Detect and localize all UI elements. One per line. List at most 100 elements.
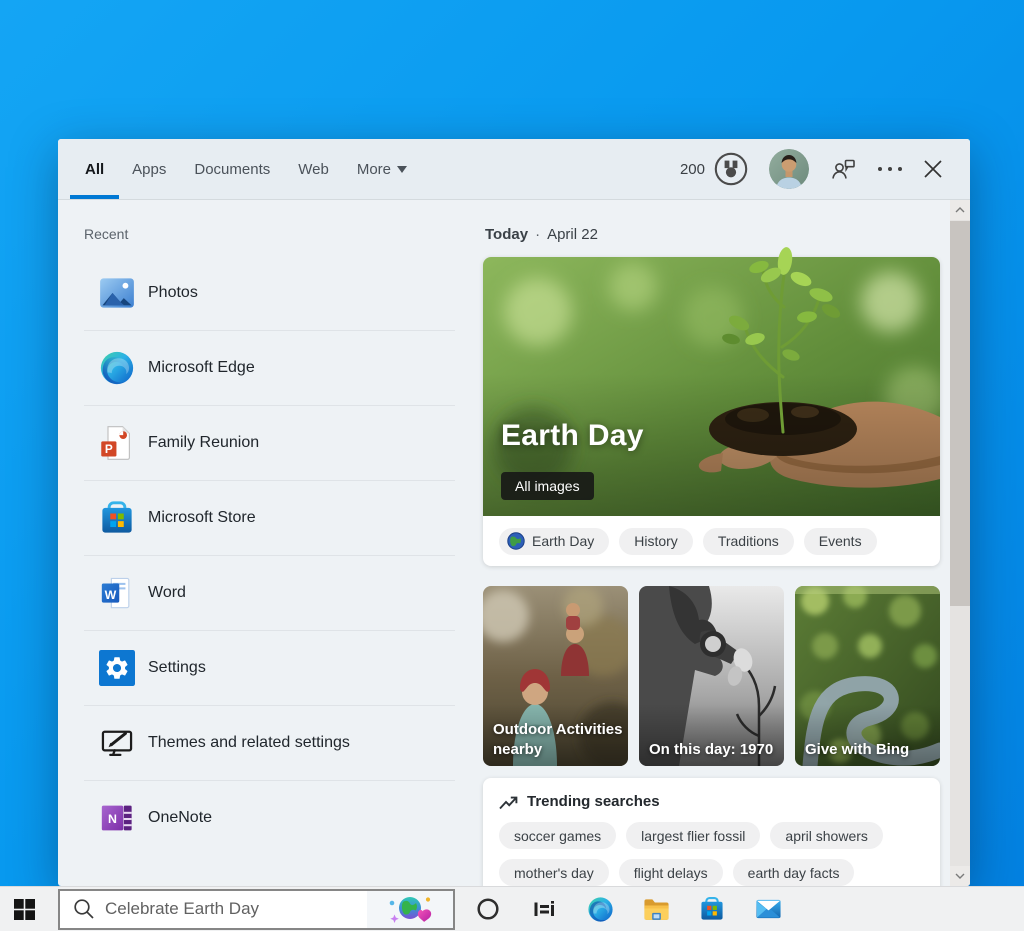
user-avatar[interactable] bbox=[769, 149, 809, 189]
search-highlight-button[interactable] bbox=[367, 891, 453, 928]
card-caption: Outdoor Activities nearby bbox=[493, 720, 623, 759]
recent-item-label: Photos bbox=[148, 284, 198, 302]
recent-title: Recent bbox=[84, 226, 470, 242]
tab-more[interactable]: More bbox=[357, 139, 407, 199]
powerpoint-document-icon: P bbox=[99, 425, 135, 461]
card-outdoor-activities[interactable]: Outdoor Activities nearby bbox=[483, 586, 628, 766]
start-button[interactable] bbox=[0, 887, 48, 931]
all-images-button[interactable]: All images bbox=[501, 472, 594, 500]
chip-label: Traditions bbox=[718, 533, 779, 549]
recent-item-family-reunion[interactable]: P Family Reunion bbox=[84, 405, 455, 480]
recent-item-label: Settings bbox=[148, 659, 206, 677]
taskbar-search-box[interactable] bbox=[58, 889, 455, 930]
chip-label: soccer games bbox=[514, 828, 601, 844]
cortana-icon bbox=[476, 897, 500, 921]
word-icon: W bbox=[99, 575, 135, 611]
today-header: Today·April 22 bbox=[485, 226, 940, 243]
recent-list: Photos Microso bbox=[84, 255, 455, 855]
trending-chip-mothers-day[interactable]: mother's day bbox=[499, 859, 609, 886]
trending-chips: soccer games largest flier fossil april … bbox=[499, 822, 924, 886]
today-panel: Today·April 22 bbox=[470, 200, 950, 886]
trending-arrow-icon bbox=[499, 794, 518, 810]
search-input[interactable] bbox=[105, 899, 367, 919]
chip-label: mother's day bbox=[514, 865, 594, 881]
file-explorer-button[interactable] bbox=[628, 887, 684, 931]
scrollbar[interactable] bbox=[950, 200, 970, 886]
tabs: All Apps Documents Web More bbox=[85, 139, 407, 199]
recent-item-themes[interactable]: Themes and related settings bbox=[84, 705, 455, 780]
recent-item-label: Microsoft Store bbox=[148, 509, 256, 527]
rewards-badge[interactable]: 200 bbox=[680, 152, 748, 186]
card-caption: Give with Bing bbox=[805, 740, 935, 760]
tab-bar: All Apps Documents Web More 200 bbox=[58, 139, 970, 200]
task-view-icon bbox=[532, 897, 556, 921]
taskbar bbox=[0, 886, 1024, 931]
start-icon bbox=[14, 899, 35, 920]
trending-header: Trending searches bbox=[499, 793, 924, 810]
card-give-with-bing[interactable]: Give with Bing bbox=[795, 586, 940, 766]
store-icon bbox=[699, 896, 725, 922]
hero-chip-traditions[interactable]: Traditions bbox=[703, 528, 794, 555]
today-label: Today bbox=[485, 226, 528, 243]
recent-item-label: OneNote bbox=[148, 809, 212, 827]
dot-separator: · bbox=[535, 226, 540, 243]
hero-chip-events[interactable]: Events bbox=[804, 528, 877, 555]
trending-title: Trending searches bbox=[527, 793, 660, 810]
close-icon bbox=[924, 160, 942, 178]
recent-item-onenote[interactable]: N OneNote bbox=[84, 780, 455, 855]
trending-chip-flight-delays[interactable]: flight delays bbox=[619, 859, 723, 886]
svg-text:W: W bbox=[105, 588, 117, 602]
edge-taskbar-button[interactable] bbox=[572, 887, 628, 931]
hero-chip-earth-day[interactable]: Earth Day bbox=[499, 528, 609, 555]
scrollbar-thumb[interactable] bbox=[950, 221, 970, 606]
themes-icon bbox=[99, 725, 135, 761]
hero-chips-row: Earth Day History Traditions Events bbox=[483, 516, 940, 566]
tab-web[interactable]: Web bbox=[298, 139, 329, 199]
tab-documents[interactable]: Documents bbox=[194, 139, 270, 199]
tab-documents-label: Documents bbox=[194, 161, 270, 178]
recent-item-photos[interactable]: Photos bbox=[84, 255, 455, 330]
trending-chip-earth-day-facts[interactable]: earth day facts bbox=[733, 859, 855, 886]
settings-gear-icon bbox=[99, 650, 135, 686]
recent-item-word[interactable]: W Word bbox=[84, 555, 455, 630]
earth-celebration-icon bbox=[384, 893, 436, 925]
tab-apps[interactable]: Apps bbox=[132, 139, 166, 199]
hero-chip-history[interactable]: History bbox=[619, 528, 693, 555]
globe-icon bbox=[507, 532, 525, 550]
feedback-button[interactable] bbox=[830, 157, 856, 181]
svg-text:N: N bbox=[108, 812, 117, 826]
close-button[interactable] bbox=[924, 160, 942, 178]
tab-all-label: All bbox=[85, 161, 104, 178]
chip-label: flight delays bbox=[634, 865, 708, 881]
trending-chip-soccer-games[interactable]: soccer games bbox=[499, 822, 616, 849]
photos-icon bbox=[99, 275, 135, 311]
recent-item-store[interactable]: Microsoft Store bbox=[84, 480, 455, 555]
more-options-button[interactable] bbox=[877, 166, 903, 172]
recent-item-edge[interactable]: Microsoft Edge bbox=[84, 330, 455, 405]
trending-chip-largest-flier-fossil[interactable]: largest flier fossil bbox=[626, 822, 760, 849]
header-actions: 200 bbox=[680, 139, 942, 199]
cards-row: Outdoor Activities nearby bbox=[483, 586, 940, 766]
hero-title: Earth Day bbox=[501, 419, 644, 453]
chip-label: largest flier fossil bbox=[641, 828, 745, 844]
scroll-down-button[interactable] bbox=[950, 866, 970, 886]
more-options-icon bbox=[877, 166, 903, 172]
store-icon bbox=[99, 500, 135, 536]
card-on-this-day[interactable]: On this day: 1970 bbox=[639, 586, 784, 766]
avatar-image bbox=[769, 149, 809, 189]
task-view-button[interactable] bbox=[516, 887, 572, 931]
recent-item-label: Themes and related settings bbox=[148, 734, 350, 752]
rewards-medal-icon bbox=[714, 152, 748, 186]
store-taskbar-button[interactable] bbox=[684, 887, 740, 931]
file-explorer-icon bbox=[643, 896, 670, 923]
trending-chip-april-showers[interactable]: april showers bbox=[770, 822, 882, 849]
trending-searches-card: Trending searches soccer games largest f… bbox=[483, 778, 940, 886]
tab-all[interactable]: All bbox=[85, 139, 104, 199]
recent-item-settings[interactable]: Settings bbox=[84, 630, 455, 705]
mail-button[interactable] bbox=[740, 887, 796, 931]
tab-web-label: Web bbox=[298, 161, 329, 178]
window-content: Recent Photos bbox=[58, 200, 970, 886]
cortana-button[interactable] bbox=[460, 887, 516, 931]
scroll-up-button[interactable] bbox=[950, 200, 970, 220]
earth-day-hero-card[interactable]: Earth Day All images Earth Day History T… bbox=[483, 257, 940, 566]
